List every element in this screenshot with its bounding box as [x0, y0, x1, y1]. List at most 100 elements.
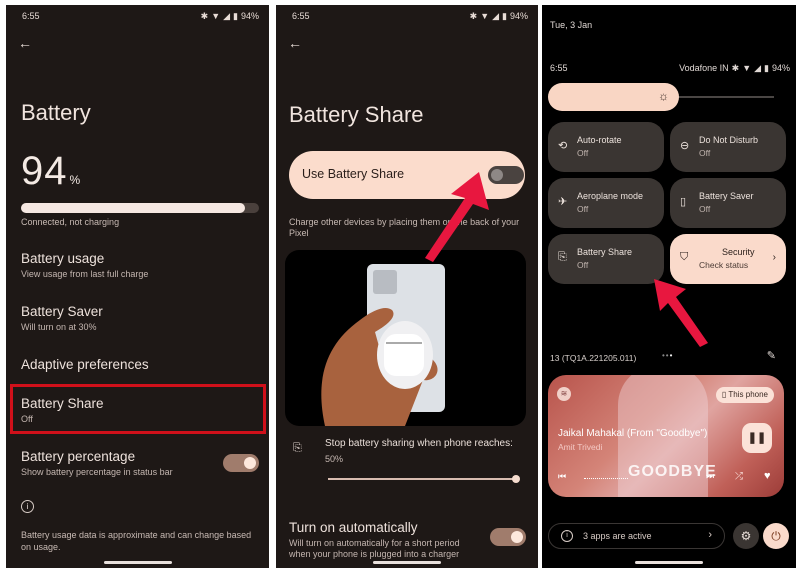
edit-pencil-icon[interactable]: ✎ — [767, 349, 776, 362]
toggle-knob — [244, 457, 256, 469]
item-title: Battery percentage — [21, 449, 136, 464]
previous-track-button[interactable]: ⏮ — [558, 471, 566, 482]
settings-gear-button[interactable]: ⚙ — [733, 523, 759, 549]
tile-battery-share[interactable]: ⎘ Battery Share Off — [548, 234, 664, 284]
turn-on-automatically-toggle[interactable] — [490, 528, 526, 546]
stop-sharing-label: Stop battery sharing when phone reaches: — [325, 438, 513, 449]
tile-label: Battery Saver — [699, 191, 754, 201]
tile-state: Off — [699, 148, 711, 158]
tile-label: Battery Share — [577, 247, 633, 257]
status-battery: 94% — [509, 11, 528, 21]
playback-progress[interactable] — [584, 478, 628, 479]
tile-battery-saver[interactable]: ▯ Battery Saver Off — [670, 178, 786, 228]
battery-icon: ▮ — [502, 10, 507, 21]
gesture-nav-bar[interactable] — [103, 561, 172, 564]
annotation-arrow — [654, 279, 708, 347]
battery-percentage-toggle[interactable] — [223, 454, 259, 472]
item-title: Turn on automatically — [289, 520, 418, 535]
turn-on-automatically-item[interactable]: Turn on automatically Will turn on autom… — [289, 520, 478, 560]
battery-share-icon: ⎘ — [558, 251, 567, 263]
status-time: 6:55 — [292, 11, 310, 21]
tile-state: Off — [577, 260, 589, 270]
use-battery-share-label: Use Battery Share — [302, 167, 405, 181]
use-battery-share-toggle[interactable] — [488, 166, 524, 184]
signal-icon: ◢ — [754, 63, 762, 73]
output-device-chip[interactable]: ▯ This phone — [715, 387, 774, 403]
pause-button[interactable]: ❚❚ — [742, 423, 772, 453]
dnd-icon: ⊖ — [680, 140, 690, 152]
wifi-icon: ▼ — [211, 11, 221, 21]
brightness-icon: ☼ — [658, 89, 669, 103]
gesture-nav-bar[interactable] — [635, 561, 703, 564]
brightness-fill[interactable]: ☼ — [548, 83, 679, 111]
page-indicator: ••• — [662, 351, 674, 360]
adaptive-preferences-item[interactable]: Adaptive preferences — [21, 357, 259, 372]
album-art-text: GOODBYE — [628, 463, 717, 480]
status-time: 6:55 — [22, 11, 40, 21]
tile-security[interactable]: ⛉ Security Check status › — [670, 234, 786, 284]
quick-settings-screen: Tue, 3 Jan 6:55 Vodafone IN ✱ ▼ ◢ ▮ 94% … — [542, 5, 796, 568]
active-apps-button[interactable]: i 3 apps are active › — [548, 523, 725, 549]
battery-settings-screen: 6:55 ✱ ▼ ◢ ▮ 94% ← Battery 94% Connected… — [6, 5, 269, 568]
power-icon: ⏻ — [771, 528, 781, 543]
media-player-card[interactable]: ≋ ▯ This phone Jaikal Mahakal (From "Goo… — [548, 375, 784, 497]
gesture-nav-bar[interactable] — [373, 561, 441, 564]
build-number[interactable]: 13 (TQ1A.221205.011) — [550, 353, 636, 363]
back-arrow-icon[interactable]: ← — [288, 35, 302, 51]
hand-phone-earbuds-illustration — [321, 264, 445, 426]
battery-percentage-item[interactable]: Battery percentage Show battery percenta… — [21, 449, 209, 477]
battery-saver-item[interactable]: Battery Saver Will turn on at 30% — [21, 304, 259, 332]
item-desc: View usage from last full charge — [21, 269, 149, 279]
power-button[interactable]: ⏻ — [763, 523, 789, 549]
signal-icon: ◢ — [223, 10, 231, 21]
battery-share-icon: ⎘ — [293, 442, 302, 454]
item-title: Adaptive preferences — [21, 357, 149, 372]
status-bar: 6:55 ✱ ▼ ◢ ▮ 94% — [292, 9, 528, 23]
wifi-icon: ▼ — [742, 63, 752, 73]
battery-level-bar — [21, 203, 259, 213]
bluetooth-icon: ✱ — [731, 63, 740, 73]
chevron-right-icon: › — [708, 529, 712, 541]
tile-aeroplane-mode[interactable]: ✈ Aeroplane mode Off — [548, 178, 664, 228]
battery-percent-unit: % — [69, 173, 82, 187]
battery-share-screen: 6:55 ✱ ▼ ◢ ▮ 94% ← Battery Share Use Bat… — [276, 5, 538, 568]
battery-usage-item[interactable]: Battery usage View usage from last full … — [21, 251, 259, 279]
tile-label: Aeroplane mode — [577, 191, 644, 201]
page-title: Battery — [21, 100, 91, 125]
stop-sharing-slider[interactable] — [328, 475, 520, 483]
shuffle-button[interactable]: ⤮ — [735, 471, 743, 482]
stop-sharing-value: 50% — [325, 454, 344, 464]
item-title: Battery Saver — [21, 304, 103, 319]
back-arrow-icon[interactable]: ← — [18, 35, 32, 51]
tile-state: Off — [577, 204, 589, 214]
like-heart-button[interactable]: ♥ — [764, 470, 771, 482]
track-title: Jaikal Mahakal (From "Goodbye") — [558, 428, 708, 439]
charge-status: Connected, not charging — [21, 217, 120, 227]
item-desc: Off — [21, 414, 33, 424]
signal-icon: ◢ — [492, 10, 500, 21]
status-battery: 94% — [771, 63, 790, 73]
gear-icon: ⚙ — [740, 529, 752, 543]
use-battery-share-card[interactable]: Use Battery Share — [289, 151, 525, 199]
info-icon: i — [561, 530, 573, 542]
page-title: Battery Share — [289, 102, 424, 127]
carrier-label: Vodafone IN — [679, 63, 729, 73]
tile-state: Check status — [699, 260, 749, 270]
brightness-track — [668, 96, 774, 98]
shield-icon: ⛉ — [680, 251, 689, 263]
tile-auto-rotate[interactable]: ⟲ Auto-rotate Off — [548, 122, 664, 172]
output-device-label: This phone — [728, 390, 768, 399]
tile-do-not-disturb[interactable]: ⊖ Do Not Disturb Off — [670, 122, 786, 172]
rotate-icon: ⟲ — [558, 140, 568, 152]
next-track-button[interactable]: ⏭ — [706, 471, 714, 482]
battery-share-item[interactable]: Battery Share Off — [21, 396, 259, 424]
spotify-icon: ≋ — [557, 387, 571, 401]
brightness-slider[interactable]: ☼ — [548, 83, 774, 111]
toggle-knob — [511, 531, 523, 543]
battery-percent-value: 94 — [21, 149, 68, 193]
slider-thumb[interactable] — [512, 475, 520, 483]
chevron-right-icon: › — [772, 252, 776, 263]
status-battery: 94% — [240, 11, 259, 21]
item-desc: Will turn on automatically for a short p… — [289, 538, 460, 559]
active-apps-label: 3 apps are active — [583, 531, 652, 541]
